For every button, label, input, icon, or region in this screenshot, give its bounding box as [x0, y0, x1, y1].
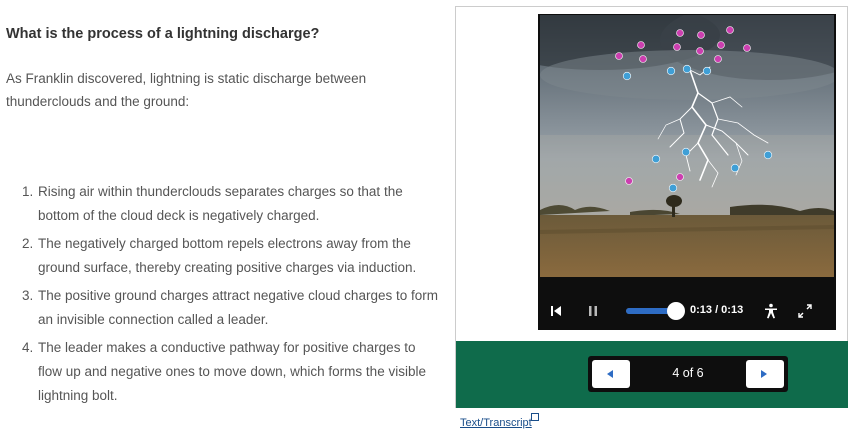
progress-thumb[interactable] — [667, 302, 685, 320]
next-slide-button[interactable] — [746, 360, 784, 388]
step-item: 3. The positive ground charges attract ne… — [22, 284, 442, 332]
steps-list: 1. Rising air within thunderclouds separa… — [22, 180, 442, 412]
time-display: 0:13 / 0:13 — [690, 304, 744, 316]
step-number: 3. — [22, 288, 34, 303]
slide-pager: 4 of 6 — [588, 356, 788, 392]
step-text: The leader makes a conductive pathway fo… — [38, 340, 426, 403]
step-text: The negatively charged bottom repels ele… — [38, 236, 417, 275]
step-text: Rising air within thunderclouds separate… — [38, 184, 403, 223]
accessibility-icon[interactable] — [763, 303, 779, 319]
step-number: 1. — [22, 184, 34, 199]
external-link-icon — [531, 413, 539, 421]
step-text: The positive ground charges attract nega… — [38, 288, 438, 327]
step-item: 2. The negatively charged bottom repels e… — [22, 232, 442, 280]
text-transcript-link[interactable]: Text/Transcript — [460, 417, 532, 429]
article-intro: As Franklin discovered, lightning is sta… — [6, 71, 367, 109]
lightning-animation — [540, 15, 834, 277]
pause-icon[interactable] — [587, 305, 599, 317]
fullscreen-icon[interactable] — [798, 304, 812, 318]
chevron-right-icon — [761, 370, 767, 378]
step-number: 4. — [22, 340, 34, 355]
step-number: 2. — [22, 236, 34, 251]
step-item: 4. The leader makes a conductive pathway … — [22, 336, 442, 408]
video-controls: 0:13 / 0:13 — [540, 296, 834, 326]
step-item: 1. Rising air within thunderclouds separa… — [22, 180, 442, 228]
article-heading: What is the process of a lightning disch… — [6, 26, 320, 42]
skip-back-icon[interactable] — [550, 305, 562, 317]
